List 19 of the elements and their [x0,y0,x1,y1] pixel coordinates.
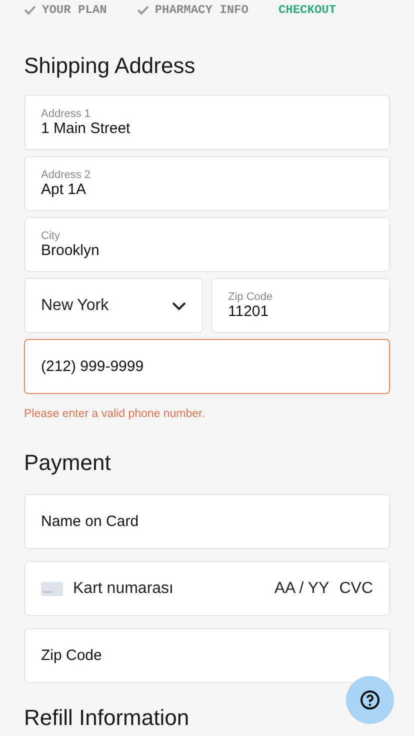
state-dropdown[interactable]: New York [24,278,203,333]
zip-field[interactable]: Zip Code [24,628,390,683]
card-number-field[interactable]: Kart numarası AA / YY CVC [24,561,390,616]
check-icon [24,5,36,15]
section-heading: Payment [24,450,112,476]
address-field[interactable]: Address 1 1 Main Street [24,95,390,150]
help-button[interactable] [346,676,394,724]
name-on-card-field[interactable]: Name on Card [24,494,390,549]
help-icon [360,690,380,710]
zip-field[interactable]: Zip Code 11201 [211,278,390,333]
phone-field[interactable]: (212) 999-9999 [24,339,390,394]
card-icon [41,582,63,596]
check-icon [136,5,149,15]
address-field[interactable]: Address 2 Apt 1A [24,156,390,211]
chevron-down-icon [172,302,186,310]
city-field[interactable]: City Brooklyn [24,217,390,272]
error-message: Please enter a valid phone number. [24,408,206,420]
section-heading: Shipping Address [24,53,196,79]
section-heading: Refill Information [24,705,190,731]
